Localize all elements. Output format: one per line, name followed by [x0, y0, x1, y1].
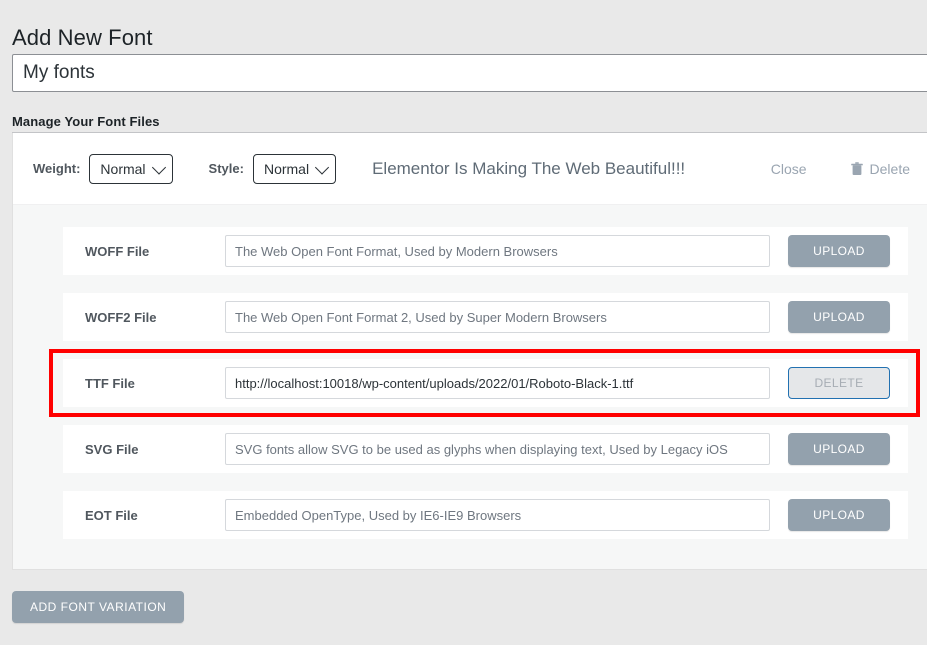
trash-icon [850, 161, 863, 176]
file-row-label: WOFF File [85, 243, 150, 259]
ttf-file-input[interactable] [225, 367, 770, 399]
file-row-label: SVG File [85, 441, 139, 457]
upload-button[interactable]: UPLOAD [788, 499, 890, 531]
upload-button[interactable]: UPLOAD [788, 235, 890, 267]
font-preview-text: Elementor Is Making The Web Beautiful!!! [372, 158, 686, 178]
add-font-variation-button[interactable]: ADD FONT VARIATION [12, 591, 185, 623]
svg-file-input[interactable] [225, 433, 770, 465]
variation-toolbar: Weight: Normal Style: Normal Elementor I… [13, 133, 927, 205]
font-family-name-input[interactable] [12, 54, 927, 92]
delete-variation-button[interactable]: Delete [850, 160, 910, 177]
file-row-label: EOT File [85, 507, 138, 523]
table-row: WOFF2 File UPLOAD [63, 293, 908, 341]
font-files-metabox: Weight: Normal Style: Normal Elementor I… [12, 133, 927, 570]
weight-select[interactable]: Normal [89, 153, 173, 184]
chevron-down-icon [315, 159, 330, 175]
font-file-rows: WOFF File UPLOAD WOFF2 File UPLOAD TTF F… [13, 205, 927, 569]
delete-file-button[interactable]: DELETE [788, 367, 890, 399]
upload-button[interactable]: UPLOAD [788, 433, 890, 465]
weight-label: Weight: [33, 161, 81, 176]
close-variation-button[interactable]: Close [771, 161, 807, 177]
chevron-down-icon [151, 159, 166, 175]
page-title: Add New Font [12, 24, 153, 50]
table-row: EOT File UPLOAD [63, 491, 908, 539]
file-row-label: WOFF2 File [85, 309, 157, 325]
table-row: SVG File UPLOAD [63, 425, 908, 473]
file-row-label: TTF File [85, 375, 135, 391]
delete-variation-label: Delete [869, 160, 910, 177]
eot-file-input[interactable] [225, 499, 770, 531]
table-row-highlighted: TTF File DELETE [49, 349, 920, 417]
table-row: WOFF File UPLOAD [63, 227, 908, 275]
font-family-name-field-wrapper [12, 54, 927, 92]
woff2-file-input[interactable] [225, 301, 770, 333]
metabox-title: Manage Your Font Files [12, 114, 160, 129]
toolbar-actions: Close Delete [771, 161, 927, 177]
style-select[interactable]: Normal [252, 153, 337, 184]
style-select-value: Normal [263, 160, 310, 177]
woff-file-input[interactable] [225, 235, 770, 267]
close-variation-label: Close [770, 160, 807, 177]
upload-button[interactable]: UPLOAD [788, 301, 890, 333]
style-label: Style: [208, 161, 244, 176]
weight-select-value: Normal [100, 160, 146, 177]
